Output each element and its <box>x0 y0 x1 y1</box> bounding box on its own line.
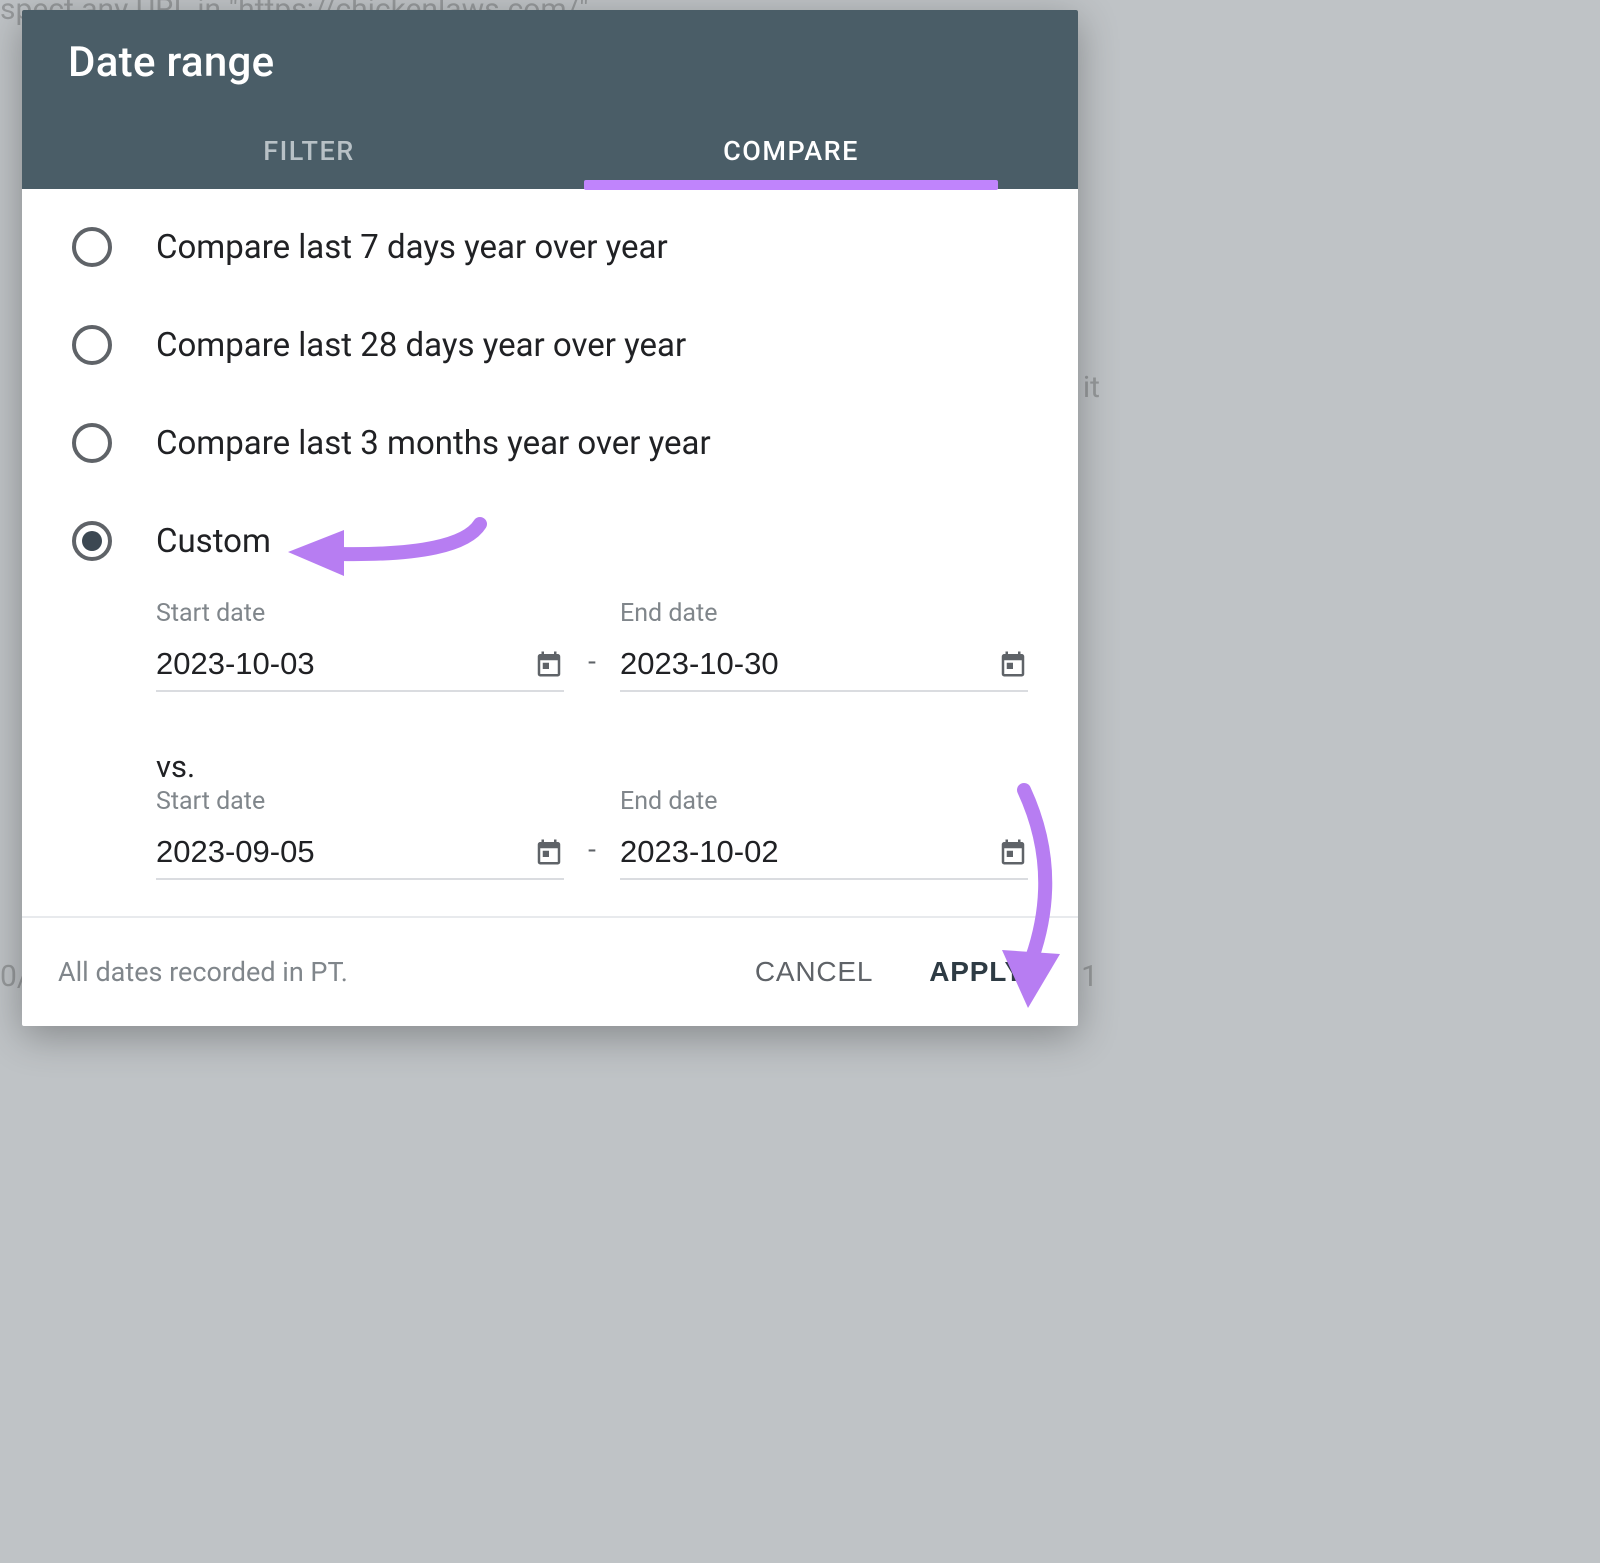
option-compare-28d-yoy[interactable]: Compare last 28 days year over year <box>72 325 1028 365</box>
radio-icon <box>72 227 112 267</box>
radio-icon <box>72 423 112 463</box>
option-custom[interactable]: Custom <box>72 521 1028 561</box>
start-date-input-wrap[interactable] <box>156 640 564 692</box>
date-range-dialog: Date range FILTER COMPARE Compare last 7… <box>22 10 1078 1026</box>
custom-date-block: Start date - End date vs. <box>72 599 1028 880</box>
option-label: Compare last 28 days year over year <box>156 326 686 365</box>
start-date-input[interactable] <box>156 646 534 682</box>
date-separator: - <box>582 645 602 692</box>
option-label: Compare last 3 months year over year <box>156 424 711 463</box>
calendar-icon[interactable] <box>998 649 1028 679</box>
compare-start-date-input-wrap[interactable] <box>156 828 564 880</box>
calendar-icon[interactable] <box>534 649 564 679</box>
date-row-primary: Start date - End date <box>156 599 1028 692</box>
start-date-field: Start date <box>156 599 564 692</box>
dialog-header: Date range FILTER COMPARE <box>22 10 1078 189</box>
start-date-label: Start date <box>156 787 564 816</box>
compare-end-date-input[interactable] <box>620 834 998 870</box>
apply-button[interactable]: APPLY <box>911 944 1042 1000</box>
option-compare-3m-yoy[interactable]: Compare last 3 months year over year <box>72 423 1028 463</box>
end-date-field: End date <box>620 599 1028 692</box>
compare-start-date-field: Start date <box>156 787 564 880</box>
option-label: Compare last 7 days year over year <box>156 228 668 267</box>
end-date-input[interactable] <box>620 646 998 682</box>
bg-text: it <box>1083 370 1100 405</box>
bg-text: 1 <box>1081 959 1098 994</box>
tab-compare[interactable]: COMPARE <box>550 111 1032 189</box>
radio-icon <box>72 521 112 561</box>
compare-start-date-input[interactable] <box>156 834 534 870</box>
tab-filter[interactable]: FILTER <box>68 111 550 189</box>
dialog-body: Compare last 7 days year over year Compa… <box>22 189 1078 916</box>
vs-label: vs. <box>156 748 1028 785</box>
dialog-title: Date range <box>68 38 1032 87</box>
date-row-compare: Start date - End date <box>156 787 1028 880</box>
option-compare-7d-yoy[interactable]: Compare last 7 days year over year <box>72 227 1028 267</box>
end-date-label: End date <box>620 599 1028 628</box>
radio-icon <box>72 325 112 365</box>
cancel-button[interactable]: CANCEL <box>737 944 891 1000</box>
date-separator: - <box>582 833 602 880</box>
start-date-label: Start date <box>156 599 564 628</box>
end-date-label: End date <box>620 787 1028 816</box>
calendar-icon[interactable] <box>534 837 564 867</box>
end-date-input-wrap[interactable] <box>620 640 1028 692</box>
calendar-icon[interactable] <box>998 837 1028 867</box>
tabs: FILTER COMPARE <box>68 111 1032 189</box>
option-label: Custom <box>156 522 271 561</box>
compare-end-date-input-wrap[interactable] <box>620 828 1028 880</box>
timezone-note: All dates recorded in PT. <box>58 956 737 988</box>
compare-end-date-field: End date <box>620 787 1028 880</box>
dialog-footer: All dates recorded in PT. CANCEL APPLY <box>22 916 1078 1026</box>
